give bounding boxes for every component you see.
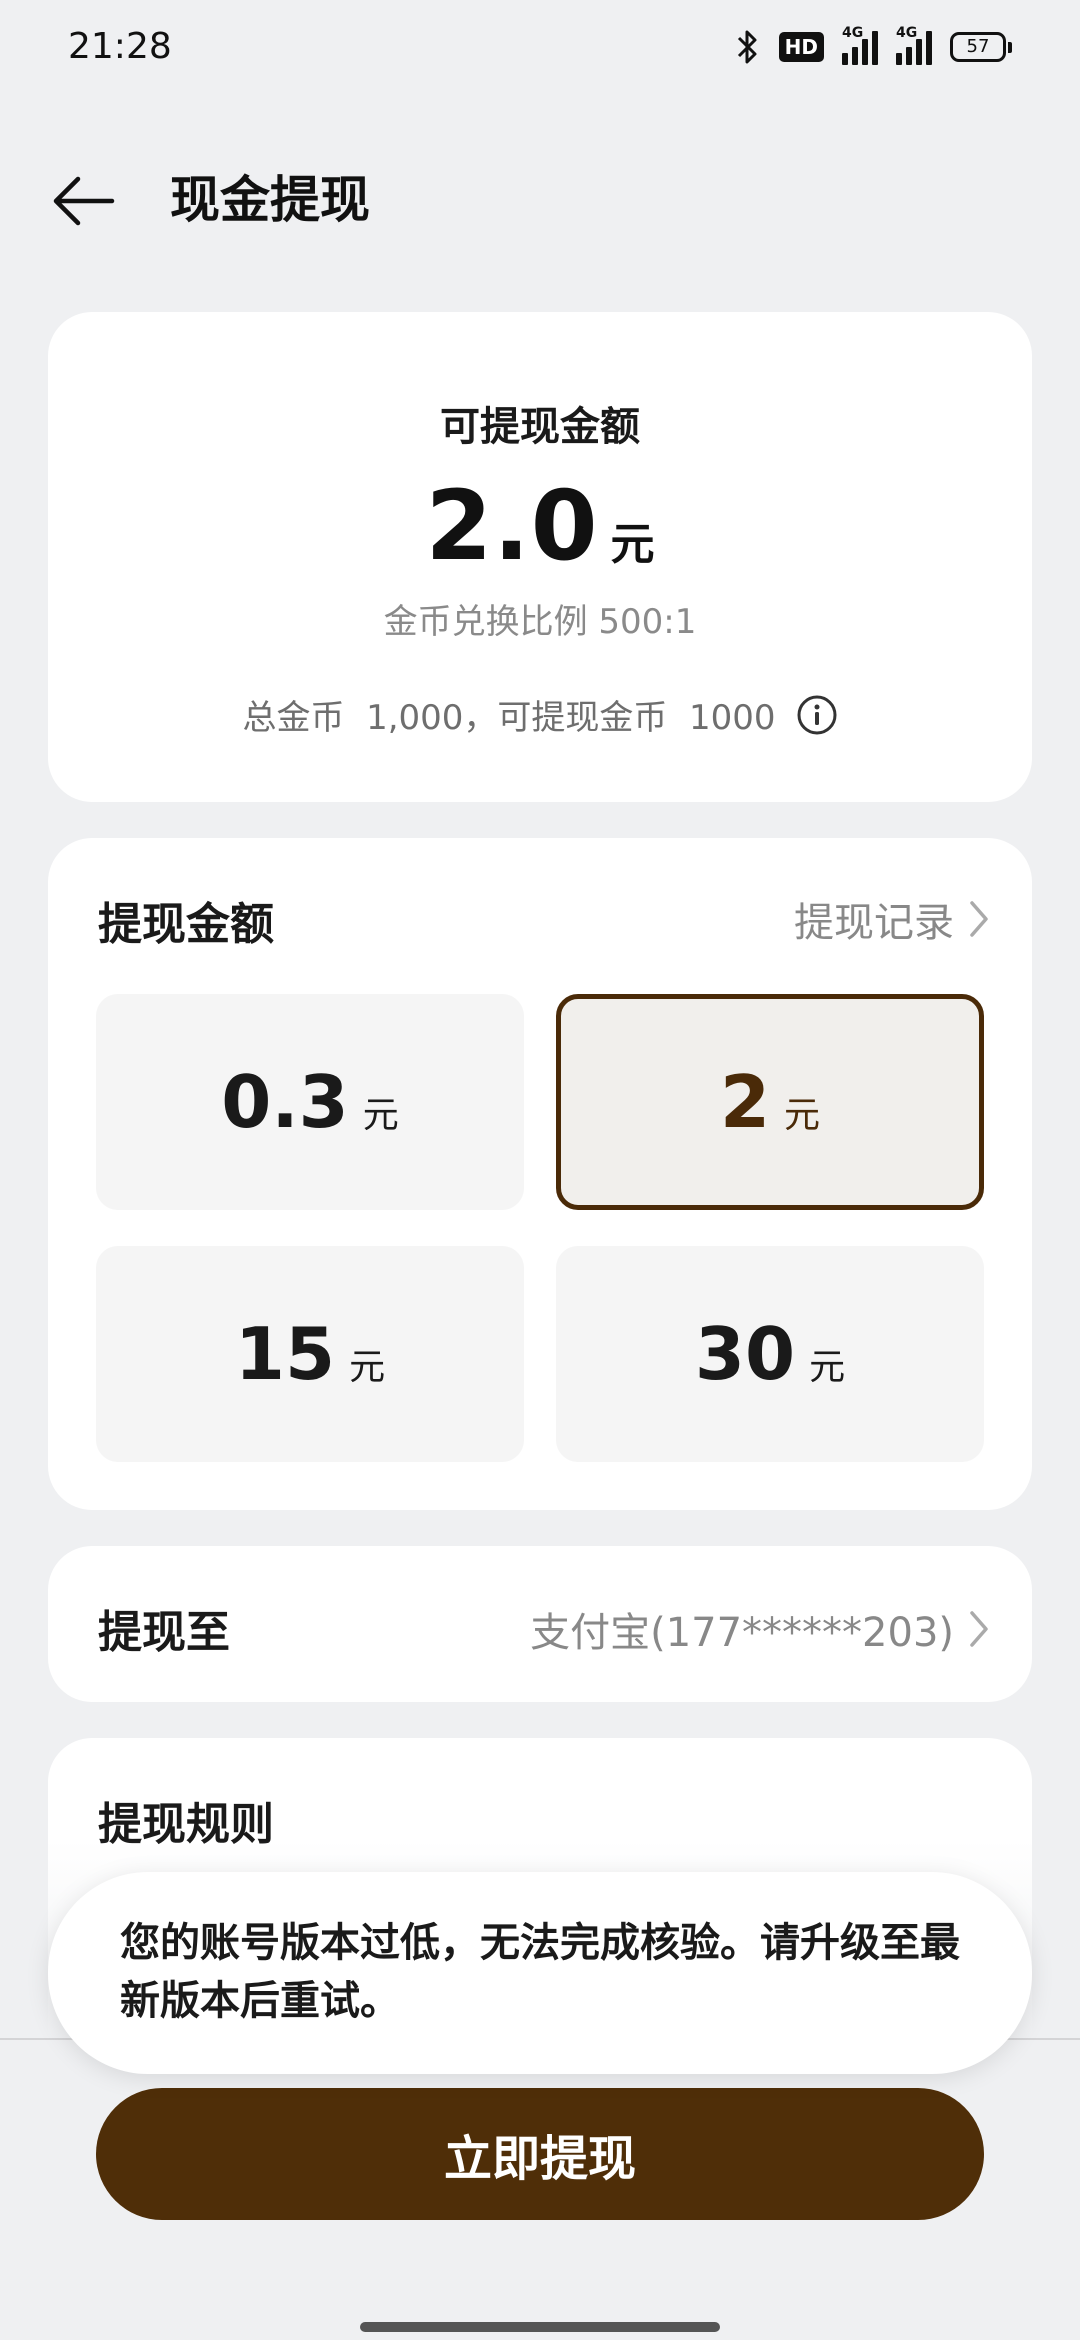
page-title: 现金提现: [170, 171, 370, 229]
amount-option-0-3[interactable]: 0.3 元: [96, 994, 524, 1210]
amount-option-unit: 元: [784, 1095, 821, 1136]
amount-option-unit: 元: [362, 1095, 399, 1136]
amount-option-value: 0.3: [221, 1060, 349, 1144]
status-time: 21:28: [68, 26, 172, 67]
network-label-2: 4G: [896, 25, 918, 41]
amount-option-unit: 元: [349, 1347, 386, 1388]
amount-option-value: 15: [234, 1312, 336, 1396]
header: 现金提现: [0, 150, 1080, 250]
status-icons: HD 4G 4G 57: [735, 25, 1012, 66]
destination-title: 提现至: [98, 1607, 230, 1658]
chevron-right-icon: [970, 901, 988, 937]
balance-label: 可提现金额: [440, 404, 640, 450]
exchange-rate: 金币兑换比例 500:1: [383, 602, 697, 642]
amount-option-30[interactable]: 30 元: [556, 1246, 984, 1462]
chevron-right-icon: [970, 1611, 988, 1647]
signal-icon-1: 4G: [842, 25, 878, 65]
info-icon[interactable]: [796, 694, 838, 736]
amount-option-15[interactable]: 15 元: [96, 1246, 524, 1462]
status-bar: 21:28 HD 4G 4G 57: [0, 0, 1080, 96]
balance-amount-unit: 元: [610, 519, 655, 570]
amount-card: 提现金额 提现记录 0.3 元 2元 15 元 30 元: [48, 838, 1032, 1510]
amount-option-value: 30: [694, 1312, 796, 1396]
coins-summary-text: 总金币 1,000，可提现金币 1000: [242, 698, 776, 738]
signal-icon-2: 4G: [896, 25, 932, 65]
coins-summary: 总金币 1,000，可提现金币 1000: [48, 690, 1032, 739]
back-button[interactable]: [48, 165, 120, 237]
amount-option-2[interactable]: 2元: [556, 994, 984, 1210]
amount-section-title: 提现金额: [98, 899, 274, 950]
destination-account-label: 支付宝(177******203): [530, 1610, 954, 1656]
amount-option-unit: 元: [809, 1347, 846, 1388]
destination-card[interactable]: 提现至 支付宝(177******203): [48, 1546, 1032, 1702]
hd-icon: HD: [778, 32, 824, 62]
arrow-left-icon: [53, 176, 115, 226]
withdraw-history-link[interactable]: 提现记录: [794, 890, 990, 948]
balance-card: 可提现金额 2.0 元 金币兑换比例 500:1 总金币 1,000，可提现金币 …: [48, 312, 1032, 802]
network-label-1: 4G: [842, 25, 864, 41]
toast-message: 您的账号版本过低，无法完成核验。请升级至最新版本后重试。: [48, 1872, 1032, 2074]
withdraw-history-label: 提现记录: [794, 900, 954, 946]
withdraw-now-button[interactable]: 立即提现: [96, 2088, 984, 2220]
bluetooth-icon: [737, 30, 757, 64]
battery-level: 57: [950, 32, 1006, 62]
home-indicator[interactable]: [360, 2322, 720, 2332]
balance-amount: 2.0 元: [48, 470, 1032, 582]
amount-option-value: 2: [719, 1060, 771, 1144]
balance-amount-value: 2.0: [425, 470, 599, 582]
battery-icon: 57: [950, 32, 1012, 62]
destination-account[interactable]: 支付宝(177******203): [530, 1600, 990, 1658]
